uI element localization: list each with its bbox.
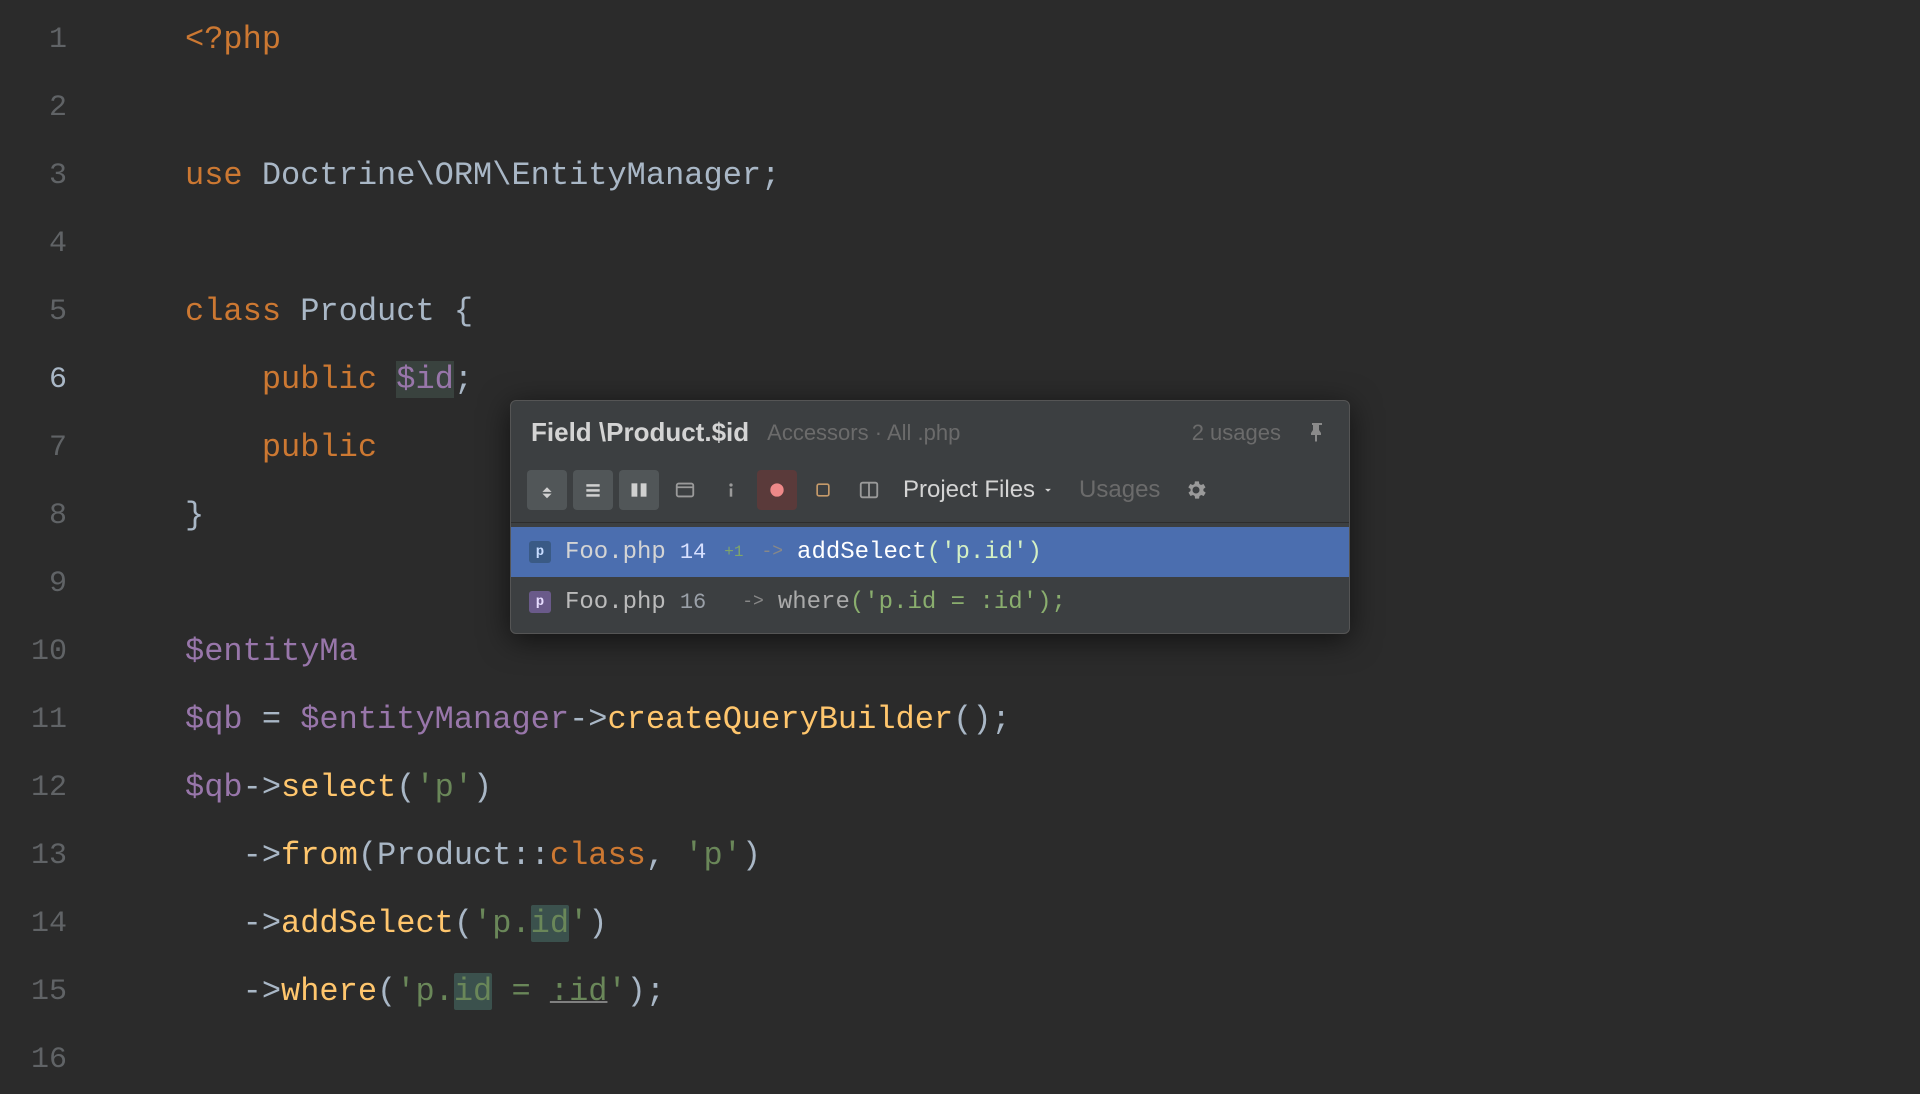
line-number[interactable]: 7 [0,414,95,482]
php-file-icon: p [529,541,551,563]
line-gutter: 1 2 3 4 5 6 7 8 9 10 11 12 13 14 15 16 [0,0,95,1080]
popup-subtitle: Accessors · All .php [767,420,960,446]
code-line[interactable]: class Product { [95,278,1920,346]
code-editor: 1 2 3 4 5 6 7 8 9 10 11 12 13 14 15 16 <… [0,0,1920,1080]
code-line[interactable]: $qb->select('p') [95,754,1920,822]
code-line[interactable]: ->where('p.id = :id'); [95,958,1920,1026]
line-number[interactable]: 9 [0,550,95,618]
line-number[interactable]: 8 [0,482,95,550]
result-line-number: 14 [680,540,706,565]
line-number[interactable]: 1 [0,6,95,74]
read-access-filter-button[interactable] [757,470,797,510]
line-number[interactable]: 12 [0,754,95,822]
line-number[interactable]: 15 [0,958,95,1026]
usages-label: Usages [1069,476,1170,504]
code-line[interactable]: $qb = $entityManager->createQueryBuilder… [95,686,1920,754]
php-file-icon: p [529,591,551,613]
result-badge: +1 [720,543,747,561]
code-line[interactable] [95,1026,1920,1094]
line-number[interactable]: 3 [0,142,95,210]
line-number[interactable]: 14 [0,890,95,958]
popup-header: Field \Product.$id Accessors · All .php … [511,401,1349,462]
code-line[interactable] [95,74,1920,142]
gear-icon[interactable] [1184,478,1208,502]
line-number[interactable]: 16 [0,1026,95,1094]
line-number[interactable]: 13 [0,822,95,890]
usage-result-row[interactable]: p Foo.php 14 +1 -> addSelect('p.id') [511,527,1349,577]
write-access-filter-button[interactable] [803,470,843,510]
result-file: Foo.php [565,539,666,566]
result-snippet: where('p.id = :id'); [778,589,1066,616]
usages-count: 2 usages [1192,420,1281,446]
result-arrow: -> [742,592,764,612]
popup-title: Field \Product.$id [531,417,749,448]
open-in-tool-window-button[interactable] [665,470,705,510]
find-usages-popup: Field \Product.$id Accessors · All .php … [510,400,1350,634]
code-area[interactable]: <?php use Doctrine\ORM\EntityManager; cl… [95,0,1920,1080]
expand-all-button[interactable] [527,470,567,510]
line-number[interactable]: 10 [0,618,95,686]
info-button[interactable] [711,470,751,510]
code-line[interactable]: <?php [95,6,1920,74]
preview-button[interactable] [849,470,889,510]
line-number[interactable]: 5 [0,278,95,346]
group-by-file-button[interactable] [573,470,613,510]
popup-toolbar: Project Files Usages [511,462,1349,523]
result-snippet: addSelect('p.id') [797,539,1042,566]
scope-selector[interactable]: Project Files [895,476,1063,504]
code-line[interactable] [95,210,1920,278]
line-number[interactable]: 6 [0,346,95,414]
pin-icon[interactable] [1305,421,1329,445]
line-number[interactable]: 4 [0,210,95,278]
result-file: Foo.php [565,589,666,616]
result-arrow: -> [761,542,783,562]
code-line[interactable]: use Doctrine\ORM\EntityManager; [95,142,1920,210]
results-list: p Foo.php 14 +1 -> addSelect('p.id') p F… [511,523,1349,633]
result-line-number: 16 [680,590,706,615]
code-line[interactable]: ->from(Product::class, 'p') [95,822,1920,890]
line-number[interactable]: 11 [0,686,95,754]
usage-result-row[interactable]: p Foo.php 16 -> where('p.id = :id'); [511,577,1349,627]
code-line[interactable]: ->addSelect('p.id') [95,890,1920,958]
group-by-test-button[interactable] [619,470,659,510]
chevron-down-icon [1041,483,1055,497]
line-number[interactable]: 2 [0,74,95,142]
